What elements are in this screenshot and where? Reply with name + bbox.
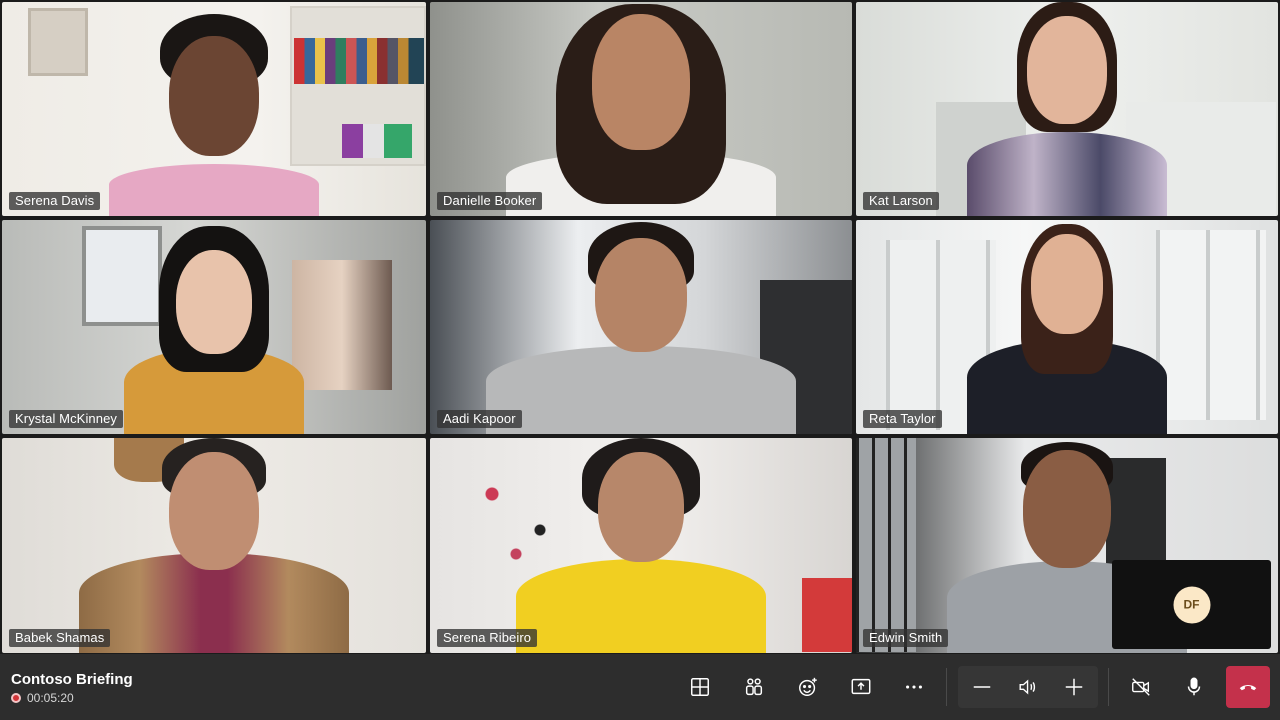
participant-name: Krystal McKinney bbox=[9, 410, 124, 428]
participant-tile[interactable]: Aadi Kapoor bbox=[430, 220, 852, 434]
doorway-decoration bbox=[1106, 458, 1166, 568]
camera-toggle-button[interactable] bbox=[1122, 668, 1160, 706]
person-torso bbox=[486, 346, 796, 434]
self-view[interactable]: DF bbox=[1112, 560, 1271, 649]
person-face bbox=[176, 250, 252, 354]
more-options-icon bbox=[906, 685, 922, 689]
person-face bbox=[1027, 16, 1107, 124]
window-decoration bbox=[82, 226, 162, 326]
hang-up-icon bbox=[1239, 684, 1257, 691]
participant-tile[interactable]: Babek Shamas bbox=[2, 438, 426, 653]
person-face bbox=[592, 14, 690, 150]
window-decoration bbox=[1156, 230, 1266, 420]
volume-down-icon bbox=[973, 686, 991, 688]
volume-down-button[interactable] bbox=[963, 668, 1001, 706]
layout-button[interactable] bbox=[681, 668, 719, 706]
person-face bbox=[169, 36, 259, 156]
poster-decoration bbox=[28, 8, 88, 76]
participant-tile[interactable]: Edwin Smith DF bbox=[856, 438, 1278, 653]
more-options-button[interactable] bbox=[895, 668, 933, 706]
participants-icon bbox=[745, 678, 763, 696]
chair-decoration bbox=[802, 578, 852, 652]
share-screen-icon bbox=[851, 678, 871, 695]
person-face bbox=[595, 238, 687, 352]
participant-tile[interactable]: Danielle Booker bbox=[430, 2, 852, 216]
participant-tile[interactable]: Krystal McKinney bbox=[2, 220, 426, 434]
shelf-items-decoration bbox=[342, 124, 412, 158]
books-decoration bbox=[294, 38, 424, 84]
participant-name: Aadi Kapoor bbox=[437, 410, 522, 428]
recording-indicator-icon bbox=[11, 693, 21, 703]
participant-name: Edwin Smith bbox=[863, 629, 949, 647]
camera-off-icon bbox=[1132, 678, 1150, 696]
person-torso bbox=[967, 132, 1167, 216]
person-face bbox=[1023, 450, 1111, 568]
video-gallery: Serena Davis Danielle Booker Kat Larson … bbox=[0, 0, 1280, 654]
divider bbox=[946, 668, 947, 706]
speaker-button[interactable] bbox=[1009, 668, 1047, 706]
participant-tile[interactable]: Reta Taylor bbox=[856, 220, 1278, 434]
person-face bbox=[598, 452, 684, 562]
divider bbox=[1108, 668, 1109, 706]
window-decoration bbox=[856, 438, 916, 652]
avatar: DF bbox=[1173, 586, 1210, 623]
clothes-rack-decoration bbox=[292, 260, 392, 390]
person-face bbox=[1031, 234, 1103, 334]
share-screen-button[interactable] bbox=[842, 668, 880, 706]
meeting-timer: 00:05:20 bbox=[11, 691, 74, 705]
meeting-control-bar: Contoso Briefing 00:05:20 bbox=[0, 654, 1280, 720]
microphone-button[interactable] bbox=[1175, 668, 1213, 706]
person-face bbox=[169, 452, 259, 570]
volume-up-button[interactable] bbox=[1055, 668, 1093, 706]
reactions-icon bbox=[799, 677, 817, 696]
grid-layout-icon bbox=[691, 678, 709, 696]
reactions-button[interactable] bbox=[789, 668, 827, 706]
participant-tile[interactable]: Kat Larson bbox=[856, 2, 1278, 216]
volume-up-icon bbox=[1065, 678, 1083, 696]
microphone-icon bbox=[1187, 677, 1201, 696]
participant-name: Babek Shamas bbox=[9, 629, 111, 647]
elapsed-time: 00:05:20 bbox=[27, 691, 74, 705]
wall-decoration bbox=[456, 458, 576, 578]
participant-name: Serena Davis bbox=[9, 192, 101, 210]
person-torso bbox=[516, 559, 766, 653]
participant-name: Reta Taylor bbox=[863, 410, 942, 428]
participant-name: Danielle Booker bbox=[437, 192, 543, 210]
person-torso bbox=[109, 164, 319, 216]
speaker-icon bbox=[1019, 679, 1036, 695]
participant-tile[interactable]: Serena Davis bbox=[2, 2, 426, 216]
participants-button[interactable] bbox=[735, 668, 773, 706]
participant-name: Serena Ribeiro bbox=[437, 629, 538, 647]
hang-up-button[interactable] bbox=[1226, 666, 1270, 708]
meeting-title: Contoso Briefing bbox=[11, 671, 133, 688]
participant-tile[interactable]: Serena Ribeiro bbox=[430, 438, 852, 653]
participant-name: Kat Larson bbox=[863, 192, 939, 210]
